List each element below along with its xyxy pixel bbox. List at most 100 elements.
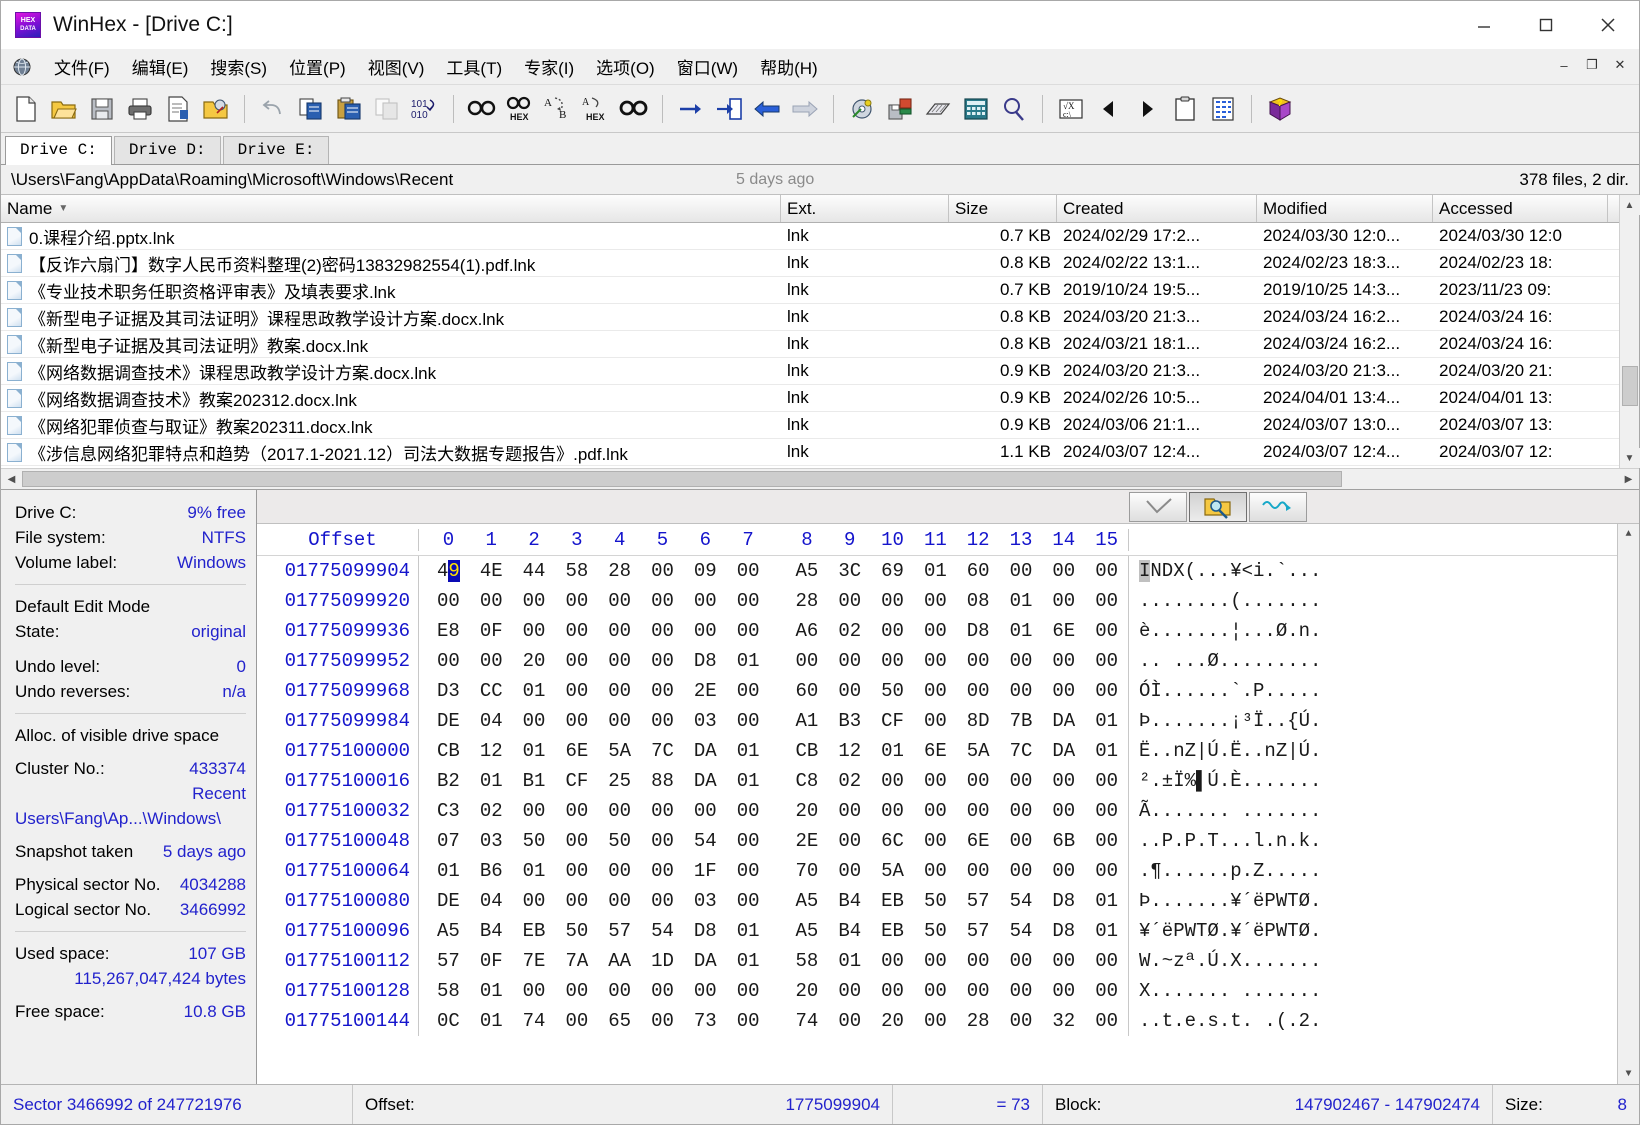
clone-disk-icon[interactable] [883, 91, 917, 127]
hex-byte[interactable]: 00 [1042, 800, 1085, 822]
hex-byte[interactable]: 00 [727, 800, 770, 822]
hex-byte[interactable]: 00 [828, 1010, 871, 1032]
hex-byte[interactable]: 00 [641, 710, 684, 732]
hex-byte[interactable]: 4E [470, 560, 513, 582]
hex-byte[interactable]: 00 [914, 620, 957, 642]
hex-byte[interactable]: 00 [957, 860, 1000, 882]
hex-byte[interactable]: 50 [871, 680, 914, 702]
mdi-minimize-button[interactable]: – [1551, 53, 1577, 77]
hex-byte[interactable]: CB [786, 740, 829, 762]
column-header-modified[interactable]: Modified [1257, 195, 1433, 222]
hex-byte[interactable]: 00 [828, 680, 871, 702]
hex-byte[interactable]: 00 [684, 590, 727, 612]
hex-byte[interactable]: 00 [957, 770, 1000, 792]
hex-byte[interactable]: 00 [828, 590, 871, 612]
hex-byte[interactable]: 00 [1042, 680, 1085, 702]
hex-byte[interactable]: 7E [513, 950, 556, 972]
calculator-icon[interactable] [959, 91, 993, 127]
hex-byte[interactable]: 00 [957, 800, 1000, 822]
hex-byte[interactable]: 58 [555, 560, 598, 582]
hex-byte[interactable]: 04 [470, 890, 513, 912]
hex-byte[interactable]: 01 [470, 1010, 513, 1032]
find-again-icon[interactable] [617, 91, 651, 127]
table-row[interactable]: 0.课程介绍.pptx.lnk lnk 0.7 KB 2024/02/29 17:2.… [1, 223, 1639, 250]
ascii-cell[interactable]: ¥´ëPWTØ.¥´ëPWTØ. [1129, 916, 1617, 946]
scroll-down-icon[interactable]: ▼ [1619, 448, 1640, 468]
hex-byte[interactable]: 01 [871, 740, 914, 762]
hex-byte[interactable]: 00 [727, 860, 770, 882]
hex-byte[interactable]: 00 [786, 650, 829, 672]
paste-icon[interactable] [332, 91, 366, 127]
hex-byte[interactable]: 00 [641, 1010, 684, 1032]
hex-byte[interactable]: 00 [1000, 680, 1043, 702]
hex-byte[interactable]: 0F [470, 620, 513, 642]
hex-byte[interactable]: 00 [727, 680, 770, 702]
table-row[interactable]: 《涉信息网络犯罪特点和趋势（2017.1-2021.12）司法大数据专题报告》.… [1, 439, 1639, 466]
hex-byte[interactable]: 00 [1000, 950, 1043, 972]
hex-byte[interactable]: 54 [1000, 920, 1043, 942]
hex-byte[interactable]: 00 [555, 890, 598, 912]
hex-byte[interactable]: 01 [1085, 890, 1128, 912]
hex-byte[interactable]: 00 [1085, 950, 1128, 972]
hex-byte[interactable]: 00 [555, 680, 598, 702]
hex-byte[interactable]: 00 [957, 950, 1000, 972]
hex-byte[interactable]: EB [871, 920, 914, 942]
hex-byte[interactable]: 01 [1085, 920, 1128, 942]
hex-byte[interactable]: 00 [914, 800, 957, 822]
hex-byte[interactable]: 00 [641, 890, 684, 912]
tab-drive-e[interactable]: Drive E: [222, 136, 330, 164]
new-file-icon[interactable] [9, 91, 43, 127]
hex-byte[interactable]: B1 [513, 770, 556, 792]
hex-byte[interactable]: 6B [1042, 830, 1085, 852]
hex-byte[interactable]: 20 [871, 1010, 914, 1032]
hex-byte[interactable]: A5 [786, 560, 829, 582]
current-path[interactable]: \Users\Fang\AppData\Roaming\Microsoft\Wi… [11, 170, 453, 190]
ascii-cell[interactable]: INDX(...¥<i.`... [1129, 556, 1617, 586]
hex-byte[interactable]: 00 [1000, 980, 1043, 1002]
hex-byte[interactable]: 00 [427, 590, 470, 612]
hex-byte[interactable]: 88 [641, 770, 684, 792]
table-row[interactable]: 《网络数据调查技术》课程思政教学设计方案.docx.lnk lnk 0.9 KB 20… [1, 358, 1639, 385]
hex-byte[interactable]: 00 [1085, 860, 1128, 882]
hex-byte[interactable]: 00 [727, 560, 770, 582]
hex-byte[interactable]: C3 [427, 800, 470, 822]
hex-byte[interactable]: 60 [957, 560, 1000, 582]
hex-byte[interactable]: 00 [598, 620, 641, 642]
hex-byte[interactable]: 00 [1085, 1010, 1128, 1032]
hex-byte[interactable]: 00 [684, 800, 727, 822]
hex-byte[interactable]: 6E [914, 740, 957, 762]
hex-byte[interactable]: 01 [427, 860, 470, 882]
hex-byte[interactable]: 00 [727, 890, 770, 912]
hex-byte[interactable]: 00 [1085, 590, 1128, 612]
hex-byte[interactable]: B4 [828, 890, 871, 912]
hex-byte[interactable]: 01 [727, 650, 770, 672]
hex-byte[interactable]: 57 [427, 950, 470, 972]
hex-byte[interactable]: 02 [470, 800, 513, 822]
hex-byte[interactable]: 04 [470, 710, 513, 732]
hex-byte[interactable]: 50 [914, 890, 957, 912]
hex-byte[interactable]: 00 [555, 980, 598, 1002]
hex-byte[interactable]: 00 [641, 830, 684, 852]
hex-byte[interactable]: 07 [427, 830, 470, 852]
hex-byte[interactable]: 58 [427, 980, 470, 1002]
hex-byte[interactable]: 00 [871, 800, 914, 822]
hex-byte[interactable]: 0C [427, 1010, 470, 1032]
hex-byte[interactable]: DE [427, 710, 470, 732]
print-icon[interactable] [123, 91, 157, 127]
hex-byte[interactable]: 00 [598, 860, 641, 882]
scroll-up-icon[interactable]: ▲ [1619, 195, 1640, 215]
hex-byte[interactable]: 00 [727, 980, 770, 1002]
hex-byte[interactable]: 58 [786, 950, 829, 972]
hex-byte[interactable]: 01 [513, 740, 556, 762]
hex-byte[interactable]: 00 [871, 980, 914, 1002]
hex-byte[interactable]: 01 [513, 680, 556, 702]
hex-byte[interactable]: 20 [786, 980, 829, 1002]
hex-byte[interactable]: 50 [513, 830, 556, 852]
hex-byte[interactable]: D8 [1042, 890, 1085, 912]
clipboard-icon[interactable] [1168, 91, 1202, 127]
hex-byte[interactable]: 2E [786, 830, 829, 852]
hex-byte[interactable]: 02 [828, 770, 871, 792]
hex-byte[interactable]: 01 [1000, 590, 1043, 612]
menu-position[interactable]: 位置(P) [278, 52, 357, 81]
hex-byte[interactable]: 00 [1085, 650, 1128, 672]
